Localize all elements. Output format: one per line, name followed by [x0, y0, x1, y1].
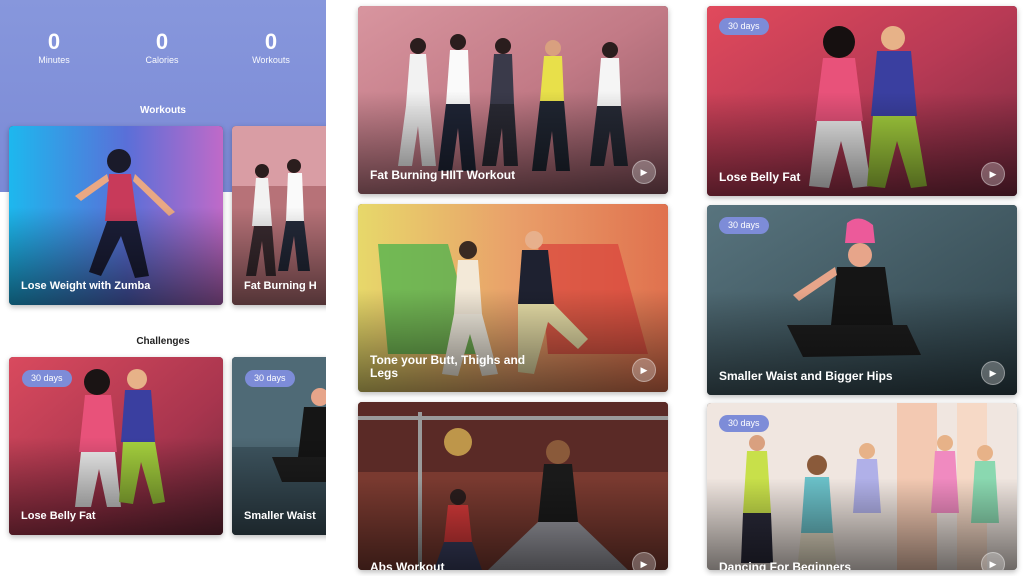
stat-workouts-label: Workouts [252, 55, 290, 65]
duration-badge: 30 days [719, 217, 769, 234]
card-title: Tone your Butt, Thighs and Legs [370, 353, 526, 380]
play-icon[interactable]: ▶ [632, 552, 656, 570]
stat-workouts-value: 0 [264, 29, 278, 54]
stat-calories-label: Calories [145, 55, 179, 65]
card-title: Lose Weight with Zumba [21, 280, 151, 292]
card-shade [707, 478, 1017, 570]
card-shade [358, 477, 668, 570]
stat-minutes-label: Minutes [38, 55, 70, 65]
workout-card-fat-burning[interactable]: Fat Burning H [232, 126, 326, 305]
play-icon[interactable]: ▶ [981, 552, 1005, 570]
stat-calories: 0 Calories [117, 30, 207, 66]
card-title: Abs Workout [370, 560, 445, 571]
workout-card-tone-butt-thighs-legs[interactable]: Tone your Butt, Thighs and Legs ▶ [358, 204, 668, 392]
duration-badge: 30 days [719, 18, 769, 35]
play-icon[interactable]: ▶ [981, 162, 1005, 186]
stat-minutes-value: 0 [47, 29, 61, 54]
workout-card-fat-burning-hiit[interactable]: Fat Burning HIIT Workout ▶ [358, 6, 668, 194]
workout-card-lose-weight-zumba[interactable]: Lose Weight with Zumba [9, 126, 223, 305]
card-title: Smaller Waist and Bigger Hips [719, 369, 893, 383]
play-icon[interactable]: ▶ [632, 160, 656, 184]
stat-calories-value: 0 [155, 29, 169, 54]
card-title: Lose Belly Fat [719, 170, 801, 184]
card-title: Fat Burning HIIT Workout [370, 168, 516, 182]
section-title-workouts: Workouts [140, 105, 186, 116]
challenge-card-lose-belly-fat-large[interactable]: 30 days Lose Belly Fat ▶ [707, 6, 1017, 196]
stat-workouts: 0 Workouts [226, 30, 316, 66]
stat-minutes: 0 Minutes [9, 30, 99, 66]
play-icon[interactable]: ▶ [632, 358, 656, 382]
card-title: Dancing For Beginners [719, 560, 852, 571]
challenge-card-smaller-waist[interactable]: 30 days Smaller Waist [232, 357, 326, 535]
challenge-card-smaller-waist-bigger-hips[interactable]: 30 days Smaller Waist and Bigger Hips ▶ [707, 205, 1017, 395]
home-screen: 0 Minutes 0 Calories 0 Workouts Workouts [0, 0, 326, 576]
challenge-card-dancing-for-beginners[interactable]: 30 days Dancing For Beginners ▶ [707, 403, 1017, 570]
card-title: Lose Belly Fat [21, 510, 96, 522]
card-title: Smaller Waist [244, 510, 316, 522]
duration-badge: 30 days [719, 415, 769, 432]
duration-badge: 30 days [22, 370, 72, 387]
section-title-challenges: Challenges [136, 336, 190, 347]
play-icon[interactable]: ▶ [981, 361, 1005, 385]
card-title: Fat Burning H [244, 280, 317, 292]
challenge-card-lose-belly-fat[interactable]: 30 days Lose Belly Fat [9, 357, 223, 535]
workout-card-abs-workout[interactable]: Abs Workout ▶ [358, 402, 668, 570]
duration-badge: 30 days [245, 370, 295, 387]
